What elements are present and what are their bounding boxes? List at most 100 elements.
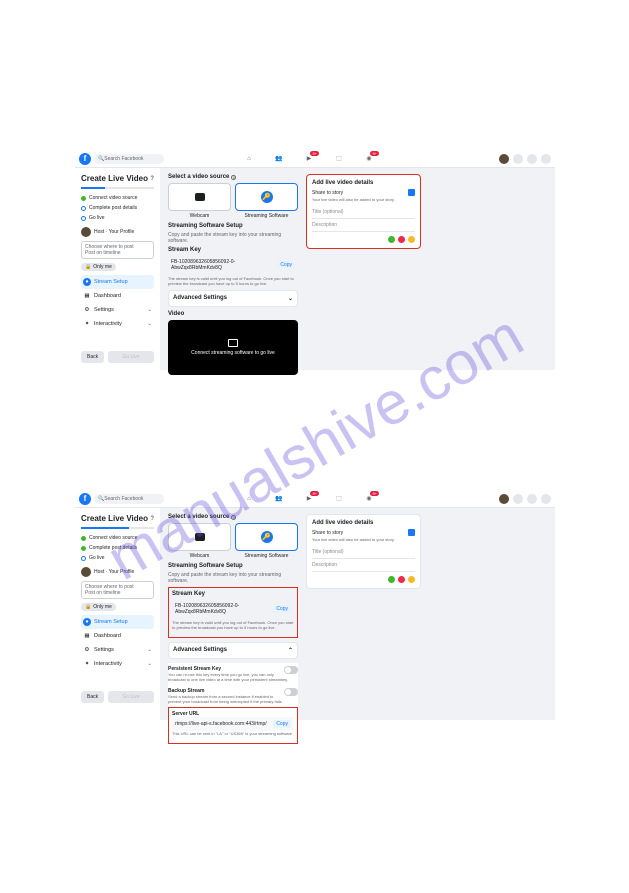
description-input[interactable]: Description bbox=[312, 559, 415, 572]
share-checkbox[interactable] bbox=[408, 189, 415, 196]
post-destination-select[interactable]: Choose where to postPost on timeline bbox=[81, 581, 154, 599]
watch-icon[interactable]: ▶9+ bbox=[304, 494, 314, 504]
menu-icon[interactable] bbox=[513, 154, 523, 164]
top-bar: f 🔍 Search Facebook ⌂ 👥 ▶9+ ⬚ ◉9+ bbox=[75, 490, 555, 508]
back-button[interactable]: Back bbox=[81, 691, 104, 703]
menu-icon[interactable] bbox=[513, 494, 523, 504]
details-title: Add live video details bbox=[312, 180, 415, 186]
copy-button[interactable]: Copy bbox=[273, 720, 291, 728]
details-panel: Add live video details Share to story Yo… bbox=[306, 174, 421, 249]
video-icon bbox=[228, 339, 238, 347]
advanced-settings-body: Persistent Stream KeyYou can re-use this… bbox=[168, 663, 298, 744]
main-content: Select a video sourcei 🔑 WebcamStreaming… bbox=[160, 508, 555, 720]
advanced-settings-toggle[interactable]: Advanced Settings⌃ bbox=[168, 642, 298, 659]
search-input[interactable]: 🔍 Search Facebook bbox=[94, 494, 164, 504]
stream-key-field[interactable]: FB-102089632605856092-0-AbwZqx8RbMmKdv8Q… bbox=[172, 600, 294, 618]
marketplace-icon[interactable]: ⬚ bbox=[334, 494, 344, 504]
description-input[interactable]: Description bbox=[312, 219, 415, 232]
account-icon[interactable] bbox=[541, 154, 551, 164]
sidebar: Create Live Video? Connect video source … bbox=[75, 508, 160, 720]
go-live-button[interactable]: Go Live bbox=[108, 351, 154, 363]
right-icons bbox=[499, 154, 551, 164]
step-golive: Go live bbox=[81, 555, 154, 561]
notifications-icon[interactable] bbox=[527, 154, 537, 164]
emoji-smile-icon[interactable] bbox=[388, 576, 395, 583]
sidebar-item-interactivity[interactable]: ✦Interactivity⌄ bbox=[81, 657, 154, 671]
emoji-feeling-icon[interactable] bbox=[408, 236, 415, 243]
source-webcam[interactable] bbox=[168, 183, 231, 211]
help-icon[interactable]: ? bbox=[150, 516, 154, 522]
copy-button[interactable]: Copy bbox=[277, 261, 295, 269]
sidebar-item-interactivity[interactable]: ✦Interactivity⌄ bbox=[81, 317, 154, 331]
source-streaming-software[interactable]: 🔑 bbox=[235, 523, 298, 551]
server-url-field[interactable]: rtmps://live-api-s.facebook.com:443/rtmp… bbox=[172, 717, 294, 731]
key-note: The stream key is valid until you log ou… bbox=[168, 276, 298, 286]
right-icons bbox=[499, 494, 551, 504]
home-icon[interactable]: ⌂ bbox=[244, 494, 254, 504]
camera-icon bbox=[195, 193, 205, 201]
facebook-logo[interactable]: f bbox=[79, 153, 91, 165]
top-nav: ⌂ 👥 ▶9+ ⬚ ◉9+ bbox=[244, 494, 374, 504]
advanced-settings-toggle[interactable]: Advanced Settings⌄ bbox=[168, 290, 298, 307]
sidebar-item-dashboard[interactable]: ▦Dashboard bbox=[81, 289, 154, 303]
stream-key-label: Stream Key bbox=[168, 247, 298, 253]
sidebar: Create Live Video? Connect video source … bbox=[75, 168, 160, 370]
persistent-key-row: Persistent Stream KeyYou can re-use this… bbox=[168, 663, 298, 685]
user-row: Host · Your Profile bbox=[81, 567, 154, 577]
backup-toggle[interactable] bbox=[284, 688, 298, 696]
go-live-button[interactable]: Go Live bbox=[108, 691, 154, 703]
notifications-icon[interactable] bbox=[527, 494, 537, 504]
top-nav: ⌂ 👥 ▶9+ ⬚ ◉9+ bbox=[244, 154, 374, 164]
sidebar-item-stream[interactable]: ●Stream Setup bbox=[81, 615, 154, 629]
sidebar-item-dashboard[interactable]: ▦Dashboard bbox=[81, 629, 154, 643]
share-to-story-row: Share to story bbox=[312, 189, 415, 196]
marketplace-icon[interactable]: ⬚ bbox=[334, 154, 344, 164]
sidebar-item-settings[interactable]: ⚙Settings⌄ bbox=[81, 303, 154, 317]
friends-icon[interactable]: 👥 bbox=[274, 154, 284, 164]
source-webcam[interactable] bbox=[168, 523, 231, 551]
emoji-location-icon[interactable] bbox=[398, 236, 405, 243]
video-label: Video bbox=[168, 311, 298, 317]
details-panel: Add live video details Share to story Yo… bbox=[306, 514, 421, 589]
post-destination-select[interactable]: Choose where to postPost on timeline bbox=[81, 241, 154, 259]
avatar[interactable] bbox=[499, 154, 509, 164]
step-golive: Go live bbox=[81, 215, 154, 221]
emoji-location-icon[interactable] bbox=[398, 576, 405, 583]
share-checkbox[interactable] bbox=[408, 529, 415, 536]
persistent-toggle[interactable] bbox=[284, 666, 298, 674]
sw-setup-sub: Copy and paste the stream key into your … bbox=[168, 232, 298, 244]
info-icon[interactable]: i bbox=[231, 515, 236, 520]
home-icon[interactable]: ⌂ bbox=[244, 154, 254, 164]
sidebar-item-stream[interactable]: ●Stream Setup bbox=[81, 275, 154, 289]
privacy-selector[interactable]: 🔒 Only me bbox=[81, 263, 116, 271]
source-streaming-software[interactable]: 🔑 bbox=[235, 183, 298, 211]
watch-icon[interactable]: ▶9+ bbox=[304, 154, 314, 164]
stream-key-field[interactable]: FB-102089632605856092-0-AbwZqx8RbMmKdv8Q… bbox=[168, 256, 298, 274]
title-input[interactable]: Title (optional) bbox=[312, 546, 415, 559]
stream-key-highlight: Stream Key FB-102089632605856092-0-AbwZq… bbox=[168, 587, 298, 638]
emoji-smile-icon[interactable] bbox=[388, 236, 395, 243]
emoji-feeling-icon[interactable] bbox=[408, 576, 415, 583]
copy-button[interactable]: Copy bbox=[273, 605, 291, 613]
help-icon[interactable]: ? bbox=[150, 176, 154, 182]
avatar[interactable] bbox=[499, 494, 509, 504]
step-connect: Connect video source bbox=[81, 195, 154, 201]
groups-icon[interactable]: ◉9+ bbox=[364, 494, 374, 504]
select-source-title: Select a video sourcei bbox=[168, 514, 298, 520]
facebook-logo[interactable]: f bbox=[79, 493, 91, 505]
sw-setup-title: Streaming Software Setup bbox=[168, 563, 298, 569]
friends-icon[interactable]: 👥 bbox=[274, 494, 284, 504]
sidebar-item-settings[interactable]: ⚙Settings⌄ bbox=[81, 643, 154, 657]
search-input[interactable]: 🔍 Search Facebook bbox=[94, 154, 164, 164]
privacy-selector[interactable]: 🔒 Only me bbox=[81, 603, 116, 611]
groups-icon[interactable]: ◉9+ bbox=[364, 154, 374, 164]
step-complete: Complete post details bbox=[81, 545, 154, 551]
chevron-down-icon: ⌄ bbox=[288, 295, 293, 302]
info-icon[interactable]: i bbox=[231, 175, 236, 180]
title-input[interactable]: Title (optional) bbox=[312, 206, 415, 219]
screenshot-2: f 🔍 Search Facebook ⌂ 👥 ▶9+ ⬚ ◉9+ Create… bbox=[75, 490, 555, 720]
account-icon[interactable] bbox=[541, 494, 551, 504]
chevron-down-icon: ⌄ bbox=[147, 321, 152, 327]
back-button[interactable]: Back bbox=[81, 351, 104, 363]
key-icon: 🔑 bbox=[261, 191, 273, 203]
